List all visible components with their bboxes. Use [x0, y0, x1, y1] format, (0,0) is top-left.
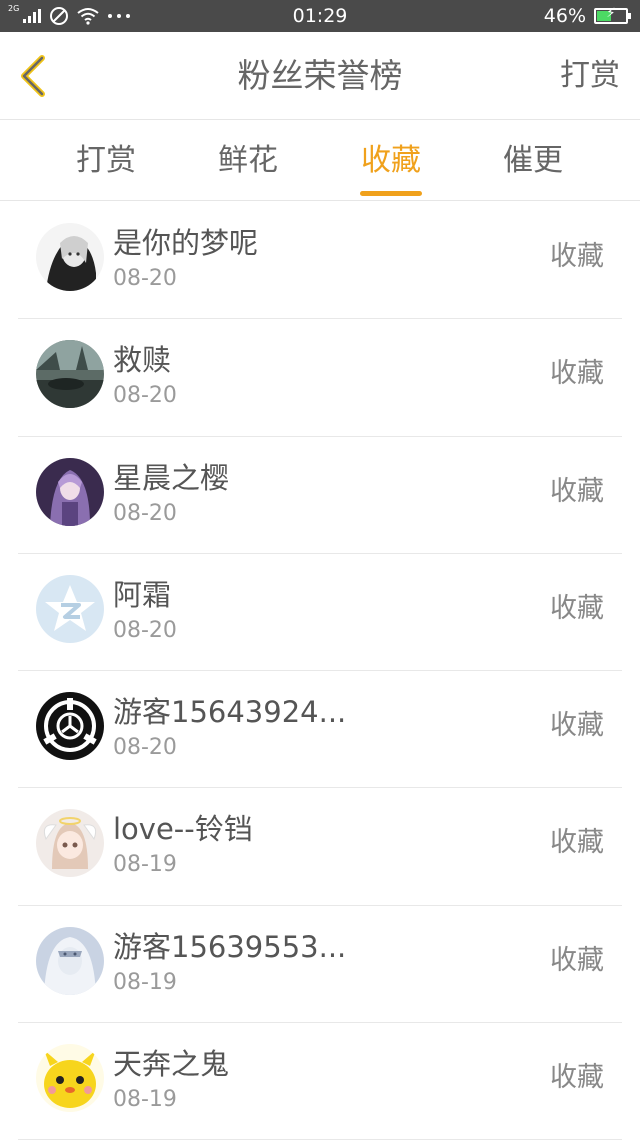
list-item[interactable]: 游客15639553... 08-19 收藏	[18, 906, 622, 1024]
page-title: 粉丝荣誉榜	[237, 56, 403, 95]
list-item[interactable]: 救赎 08-20 收藏	[18, 319, 622, 437]
fan-date: 08-19	[113, 969, 177, 995]
fan-date: 08-20	[113, 735, 177, 761]
status-icons-right: 46% ⚡	[543, 0, 631, 32]
fan-list: 是你的梦呢 08-20 收藏 救赎 08-20 收藏 星晨之樱 08-20 收藏	[0, 202, 640, 1140]
fan-date: 08-20	[113, 500, 177, 526]
scp-logo-avatar[interactable]	[36, 692, 104, 761]
list-item[interactable]: 阿霜 08-20 收藏	[18, 554, 622, 672]
fan-action: 收藏	[550, 241, 604, 272]
tab-reward[interactable]: 打赏	[36, 121, 176, 201]
fan-action: 收藏	[550, 827, 604, 859]
fan-action: 收藏	[550, 358, 604, 390]
status-bar: 2G 01:29 46% ⚡	[0, 0, 640, 32]
fan-action: 收藏	[550, 1062, 604, 1094]
fan-name: 游客15643924...	[113, 695, 347, 730]
fan-date: 08-20	[113, 383, 177, 409]
fan-date: 08-19	[113, 1087, 177, 1113]
yellow-chick-avatar[interactable]	[36, 1044, 104, 1113]
qq-star-avatar[interactable]	[36, 574, 104, 643]
battery-percent: 46%	[543, 5, 586, 27]
reward-button[interactable]: 打赏	[560, 32, 620, 120]
active-tab-indicator	[360, 191, 422, 196]
fan-name: 游客15639553...	[113, 929, 347, 964]
angel-girl-avatar[interactable]	[36, 809, 104, 878]
fan-action: 收藏	[550, 710, 604, 742]
tab-favorites[interactable]: 收藏	[321, 121, 461, 201]
fan-date: 08-19	[113, 852, 177, 878]
city-scene-avatar[interactable]	[36, 340, 104, 409]
tab-urge-update[interactable]: 催更	[463, 121, 603, 201]
fan-action: 收藏	[550, 592, 604, 624]
fan-date: 08-20	[113, 617, 177, 643]
tab-favorites-label: 收藏	[361, 143, 421, 178]
battery-icon: ⚡	[594, 6, 631, 24]
list-item[interactable]: love--铃铛 08-19 收藏	[18, 788, 622, 906]
fan-name: 星晨之樱	[113, 460, 230, 495]
fan-name: 救赎	[113, 343, 172, 378]
fan-name: 阿霜	[113, 577, 172, 612]
fan-date: 08-20	[113, 266, 177, 291]
white-hair-avatar[interactable]	[36, 926, 104, 995]
list-item[interactable]: 游客15643924... 08-20 收藏	[18, 671, 622, 789]
tab-bar: 打赏 鲜花 收藏 催更	[0, 121, 640, 201]
tab-flowers[interactable]: 鲜花	[178, 121, 318, 201]
app-header: 粉丝荣誉榜 打赏	[0, 32, 640, 120]
list-item[interactable]: 星晨之樱 08-20 收藏	[18, 437, 622, 554]
fan-name: 天奔之鬼	[113, 1047, 230, 1082]
fan-name: love--铃铛	[113, 812, 253, 847]
fan-name: 是你的梦呢	[113, 226, 259, 260]
fan-action: 收藏	[550, 475, 604, 507]
list-item[interactable]: 是你的梦呢 08-20 收藏	[18, 202, 622, 320]
anime-girl-avatar[interactable]	[36, 223, 104, 291]
list-item[interactable]: 天奔之鬼 08-19 收藏	[18, 1023, 622, 1140]
fan-action: 收藏	[550, 944, 604, 976]
purple-anime-avatar[interactable]	[36, 457, 104, 526]
